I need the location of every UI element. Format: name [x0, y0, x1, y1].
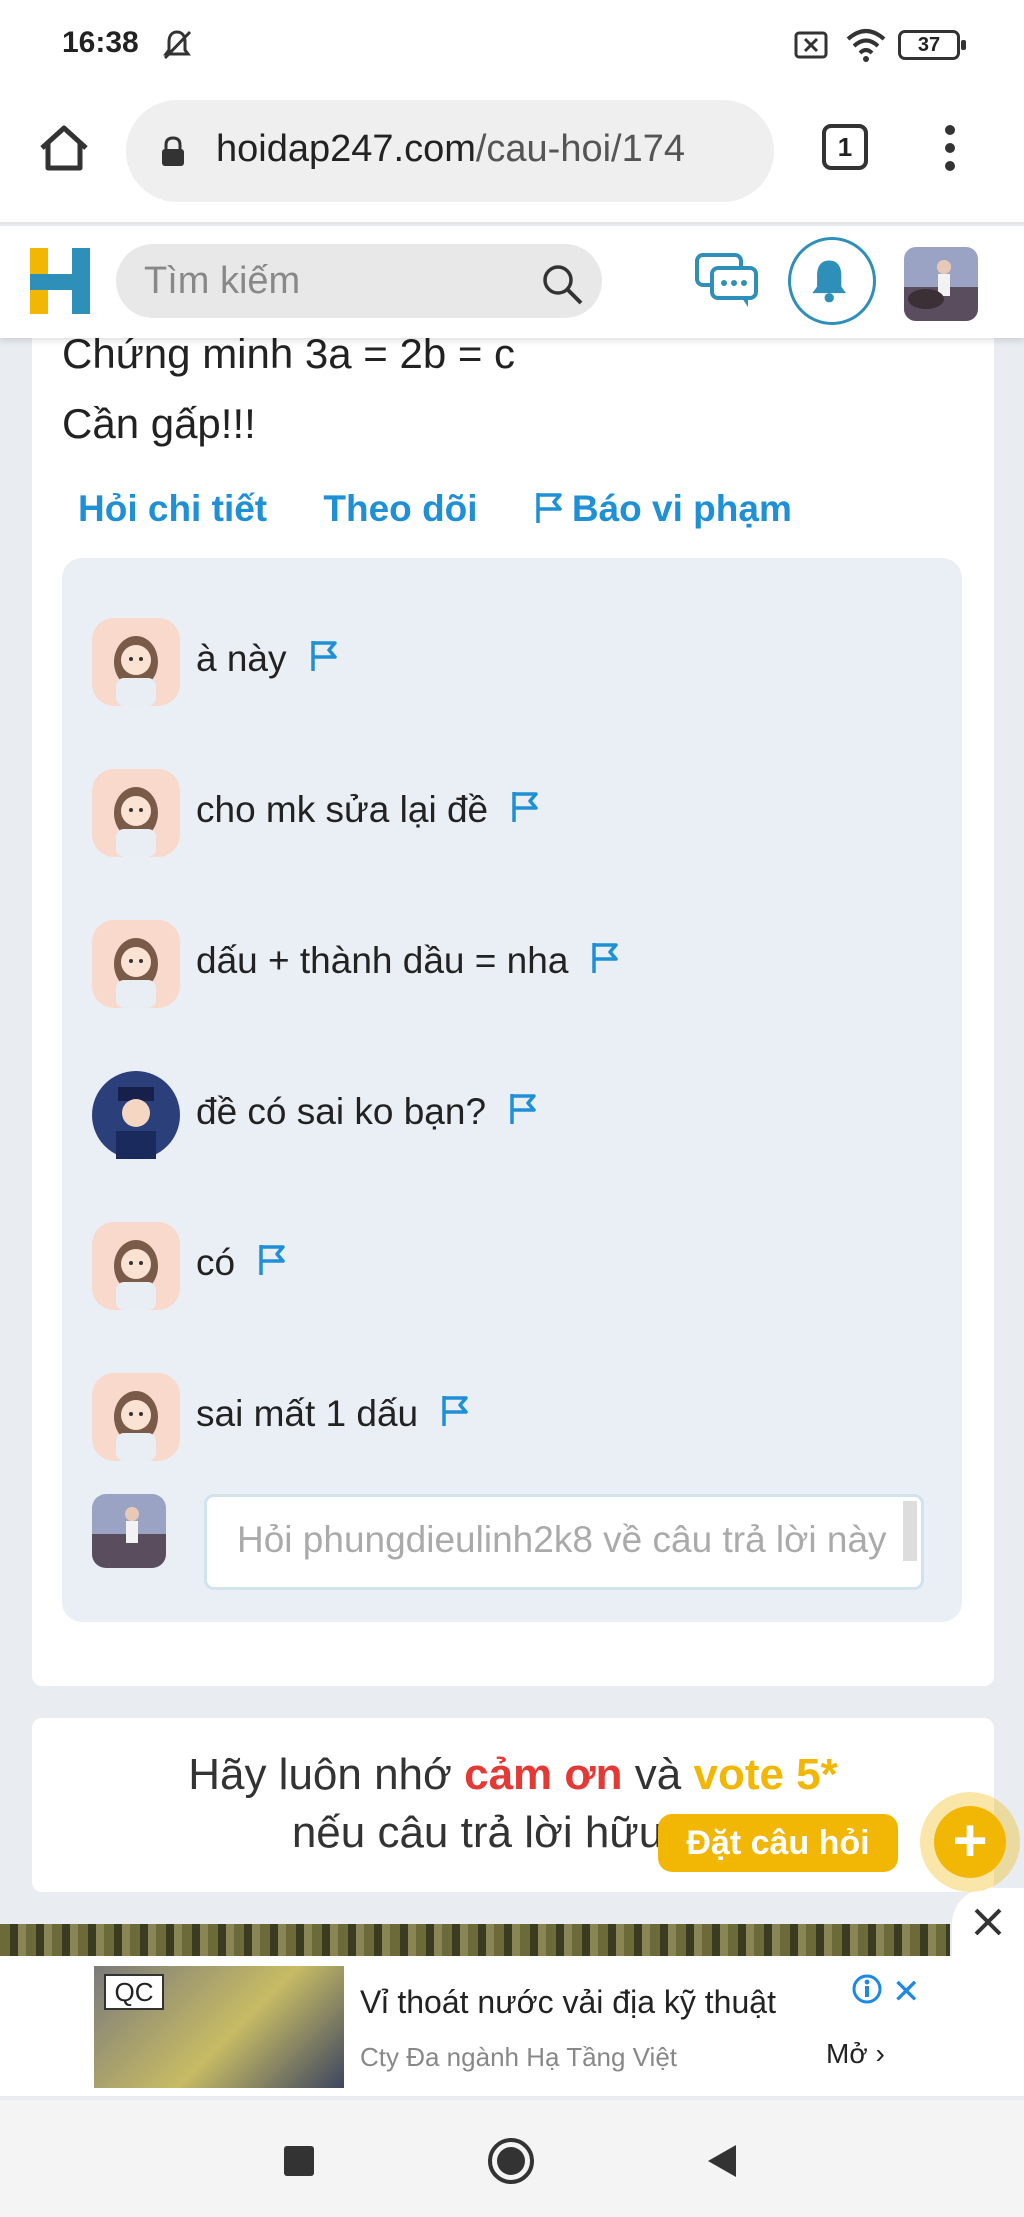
flag-icon [536, 493, 562, 523]
thanks-line1: Hãy luôn nhớ cảm ơn và vote 5* [32, 1750, 994, 1800]
avatar[interactable] [904, 247, 978, 321]
avatar-image [904, 247, 978, 321]
comment-item: có [92, 1222, 932, 1312]
bell-off-icon [163, 30, 192, 60]
notification-button[interactable] [788, 237, 876, 325]
ad-open-button[interactable]: Mở › [826, 2038, 885, 2070]
question-text-line2: Cần gấp!!! [62, 400, 256, 447]
comment-avatar[interactable] [92, 769, 180, 857]
more-vert-icon[interactable] [932, 120, 968, 176]
comment-text: có [196, 1242, 287, 1284]
comment-item: cho mk sửa lại đề [92, 769, 932, 859]
flag-icon[interactable] [510, 790, 540, 824]
comment-text: cho mk sửa lại đề [196, 789, 540, 831]
ad-unit[interactable]: QC Vỉ thoát nước vải địa kỹ thuật Cty Đa… [0, 1956, 1024, 2096]
my-avatar [92, 1494, 166, 1568]
lock-icon [162, 136, 184, 166]
back-button[interactable] [704, 2142, 740, 2180]
info-icon[interactable] [852, 1974, 882, 2004]
comment-item: sai mất 1 dấu [92, 1373, 932, 1463]
ad-title[interactable]: Vỉ thoát nước vải địa kỹ thuật [360, 1984, 776, 2021]
browser-toolbar: hoidap247.com/cau-hoi/174 1 [0, 90, 1024, 224]
bell-icon [812, 260, 846, 303]
comment-body: đề có sai ko bạn? [196, 1091, 487, 1132]
comment-avatar[interactable] [92, 1373, 180, 1461]
comments-section: à này cho mk sửa lại đề dấu + thành dầu = … [62, 558, 962, 1622]
comment-text: à này [196, 638, 339, 680]
comment-item: dấu + thành dầu = nha [92, 920, 932, 1010]
thanks-word: cảm ơn [464, 1750, 623, 1799]
site-logo[interactable] [28, 246, 92, 316]
ad-banner-strip [0, 1924, 950, 1960]
comment-item: đề có sai ko bạn? [92, 1071, 932, 1161]
thanks-middle: và [622, 1750, 694, 1799]
wifi-icon [846, 29, 886, 62]
comment-avatar[interactable] [92, 920, 180, 1008]
system-nav-bar [0, 2100, 1024, 2217]
comment-avatar[interactable] [92, 1222, 180, 1310]
comment-body: dấu + thành dầu = nha [196, 940, 569, 981]
comment-body: cho mk sửa lại đề [196, 789, 489, 830]
url-path: /cau-hoi/174 [475, 128, 686, 170]
ad-close-button[interactable] [952, 1888, 1024, 1960]
report-link[interactable]: Báo vi phạm [534, 488, 792, 529]
home-icon[interactable] [34, 118, 94, 178]
comment-avatar[interactable] [92, 1071, 180, 1159]
comment-body: sai mất 1 dấu [196, 1393, 419, 1434]
chat-icon[interactable] [694, 252, 760, 310]
search-placeholder: Tìm kiếm [144, 260, 301, 302]
comment-body: có [196, 1242, 236, 1283]
sim-off-icon [794, 31, 828, 59]
close-icon [974, 1908, 1002, 1936]
comment-text: sai mất 1 dấu [196, 1393, 470, 1435]
plus-icon: + [934, 1806, 1006, 1878]
reply-input[interactable]: Hỏi phungdieulinh2k8 về câu trả lời này [204, 1494, 924, 1590]
comment-text: đề có sai ko bạn? [196, 1091, 538, 1133]
recents-button[interactable] [284, 2146, 314, 2176]
ad-open-label: Mở [826, 2038, 868, 2069]
search-icon[interactable] [540, 262, 584, 306]
flag-icon[interactable] [508, 1092, 538, 1126]
flag-icon[interactable] [257, 1243, 287, 1277]
ask-detail-link[interactable]: Hỏi chi tiết [78, 488, 267, 529]
comment-body: à này [196, 638, 287, 679]
ask-question-button[interactable]: Đặt câu hỏi [658, 1814, 898, 1872]
url-domain: hoidap247.com [216, 128, 476, 170]
ad-dismiss-icon[interactable]: ✕ [892, 1972, 921, 2012]
question-card: Chứng minh 3a = 2b = c Cần gấp!!! Hỏi ch… [32, 300, 994, 1686]
tabs-icon[interactable]: 1 [822, 124, 868, 170]
status-bar: 16:38 37 [0, 0, 1024, 90]
flag-icon[interactable] [590, 941, 620, 975]
battery-icon: 37 [898, 30, 966, 60]
report-label: Báo vi phạm [571, 488, 792, 529]
comment-avatar[interactable] [92, 618, 180, 706]
vote-word: vote 5* [693, 1750, 838, 1799]
chevron-right-icon: › [875, 2038, 885, 2069]
flag-icon[interactable] [440, 1394, 470, 1428]
home-nav-button[interactable] [486, 2136, 536, 2186]
reply-box: Hỏi phungdieulinh2k8 về câu trả lời này [92, 1494, 952, 1604]
reply-scrollbar[interactable] [903, 1501, 917, 1561]
ask-plus-button[interactable]: + [920, 1792, 1020, 1892]
status-time: 16:38 [62, 26, 139, 59]
site-header: Tìm kiếm [0, 226, 1024, 338]
ad-advertiser: Cty Đa ngành Hạ Tầng Việt [360, 2042, 678, 2072]
reply-placeholder: Hỏi phungdieulinh2k8 về câu trả lời này [237, 1519, 887, 1560]
thanks-prefix: Hãy luôn nhớ [188, 1750, 465, 1799]
search-input[interactable]: Tìm kiếm [116, 244, 602, 318]
address-bar[interactable]: hoidap247.com/cau-hoi/174 [126, 100, 774, 202]
comment-text: dấu + thành dầu = nha [196, 940, 620, 982]
flag-icon[interactable] [309, 639, 339, 673]
follow-link[interactable]: Theo dõi [323, 488, 477, 529]
ad-badge: QC [104, 1974, 164, 2010]
url-text: hoidap247.com/cau-hoi/174 [216, 128, 685, 171]
question-actions: Hỏi chi tiết Theo dõi Báo vi phạm [78, 488, 838, 530]
comment-item: à này [92, 618, 932, 708]
